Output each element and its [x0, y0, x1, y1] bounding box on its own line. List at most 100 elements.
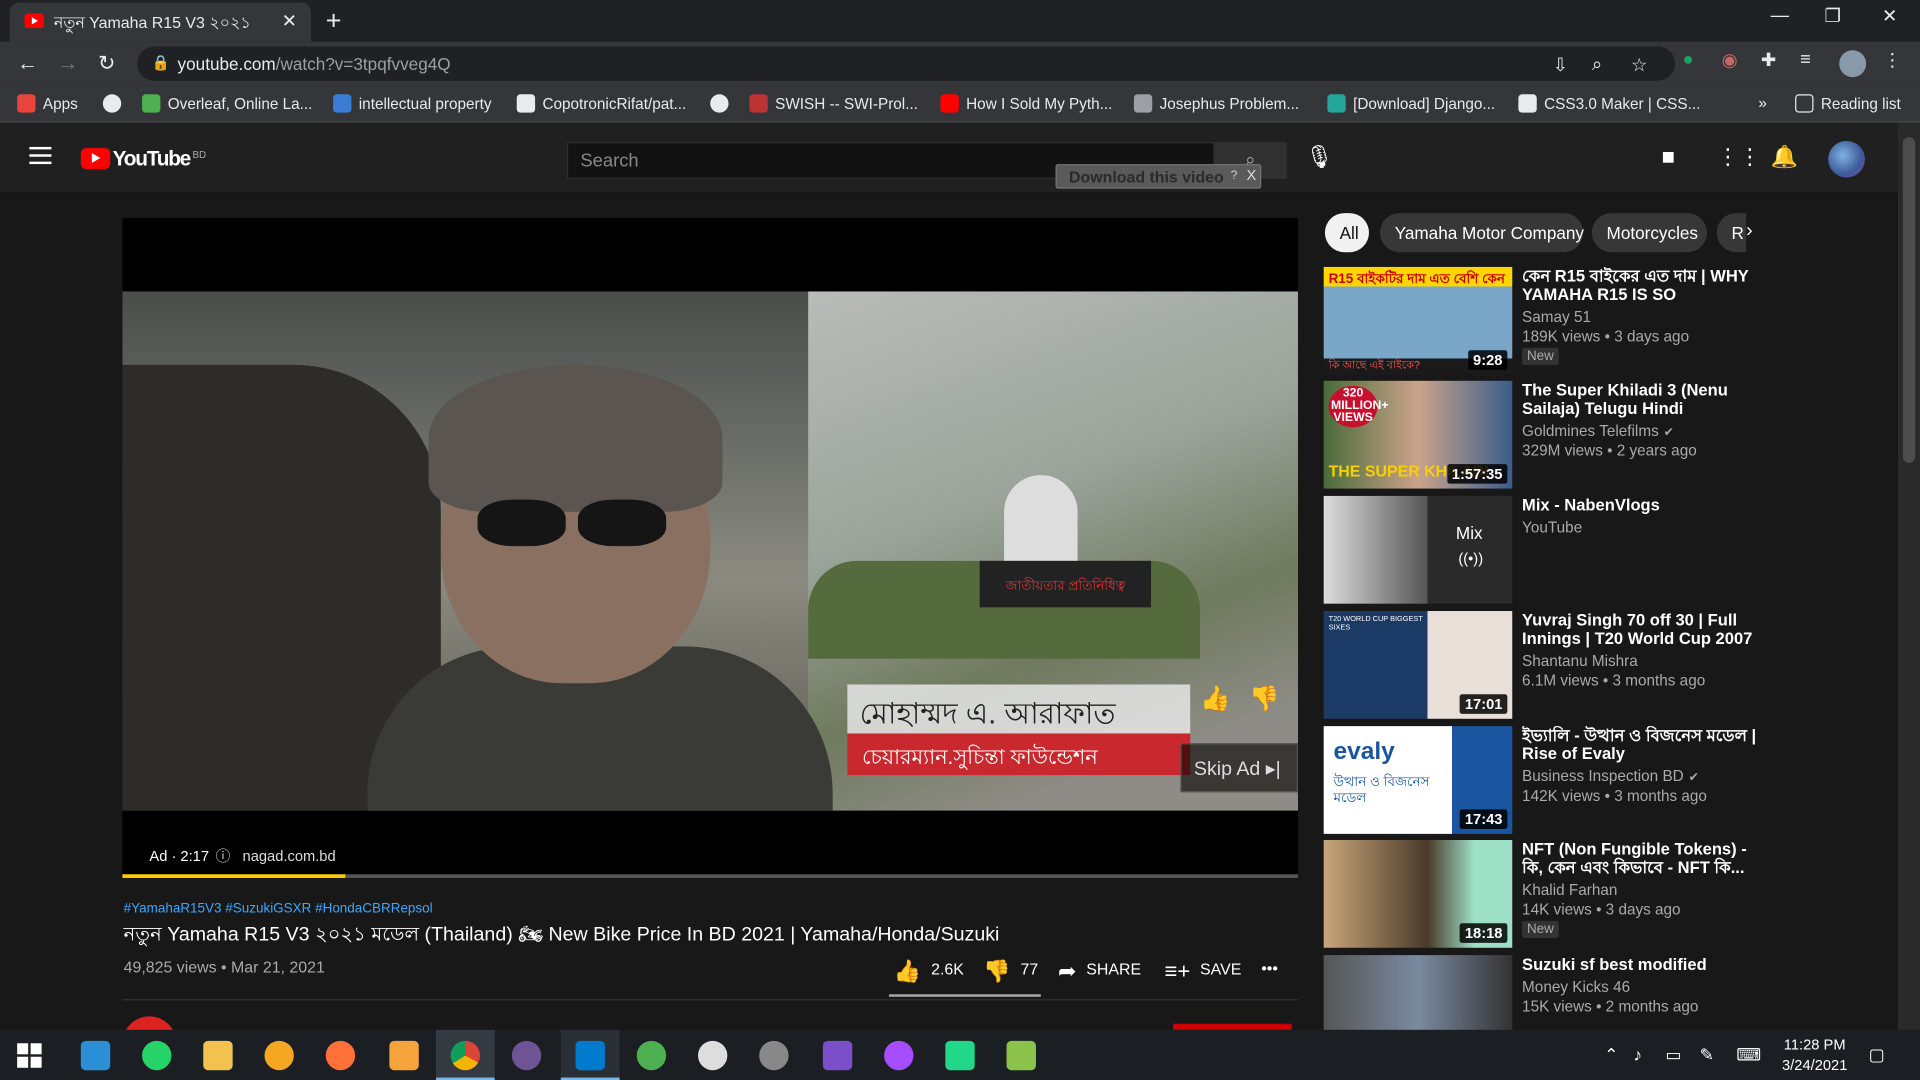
filter-chip[interactable]: Motorcycles — [1591, 213, 1707, 253]
recommended-video[interactable]: 18:18 NFT (Non Fungible Tokens) - কি, কেন… — [1323, 840, 1765, 948]
save-button[interactable]: ≡+ SAVE — [1164, 959, 1241, 985]
reload-icon[interactable]: ↻ — [98, 51, 115, 75]
channel-name[interactable]: Goldmines Telefilms ✔ — [1522, 422, 1674, 439]
create-video-icon[interactable]: ■ — [1662, 144, 1675, 170]
window-close-icon[interactable]: ✕ — [1882, 5, 1897, 27]
video-player[interactable]: জাতীয়তার প্রতিনিধিত্ব মোহাম্মদ এ. আরাফা… — [122, 217, 1298, 878]
recommended-video[interactable]: Mix ((•)) Mix - NabenVlogs YouTube — [1323, 495, 1765, 604]
taskbar-clock[interactable]: 11:28 PM 3/24/2021 — [1778, 1035, 1851, 1077]
app-icon[interactable] — [1006, 1040, 1036, 1071]
video-thumbnail[interactable]: T20 WORLD CUP BIGGEST SIXES 17:01 — [1323, 611, 1513, 719]
video-thumbnail[interactable] — [1323, 955, 1513, 1032]
bookmark-item[interactable]: SWISH -- SWI-Prol... — [749, 94, 918, 113]
firefox-icon[interactable] — [325, 1040, 356, 1071]
edge-app-icon[interactable] — [80, 1040, 111, 1071]
bookmarks-more-icon[interactable]: » — [1758, 94, 1767, 111]
bookmark-item[interactable]: CopotronicRifat/pat... — [516, 94, 686, 113]
extensions-puzzle-icon[interactable]: ✚ — [1761, 49, 1776, 71]
recommended-video[interactable]: 320 MILLION+ VIEWS THE SUPER KHILADI 1:57:… — [1323, 380, 1765, 489]
download-close-icon[interactable]: X — [1247, 167, 1257, 184]
bookmark-item[interactable]: CSS3.0 Maker | CSS... — [1518, 94, 1700, 113]
channel-name[interactable]: Khalid Farhan — [1522, 882, 1617, 899]
share-button[interactable]: ➦ SHARE — [1058, 959, 1141, 985]
channel-name[interactable]: YouTube — [1522, 519, 1582, 536]
video-thumbnail[interactable]: 320 MILLION+ VIEWS THE SUPER KHILADI 1:57:… — [1323, 380, 1513, 489]
tab-close-icon[interactable]: ✕ — [282, 10, 297, 32]
bookmark-item[interactable]: intellectual property — [333, 94, 492, 113]
page-scrollbar[interactable] — [1897, 122, 1920, 1030]
recommended-video-title[interactable]: কেন R15 বাইকের এত দাম | WHY YAMAHA R15 I… — [1522, 267, 1761, 304]
minimize-icon[interactable]: — — [1771, 5, 1789, 26]
download-video-button[interactable]: Download this video ? X — [1055, 164, 1262, 189]
app-icon[interactable] — [389, 1040, 419, 1071]
file-explorer-icon[interactable] — [203, 1040, 233, 1071]
forward-icon[interactable]: → — [58, 51, 79, 75]
notifications-bell-icon[interactable]: 🔔 — [1771, 144, 1798, 170]
overlay-thumbs-down-icon[interactable]: 👎 — [1249, 683, 1279, 714]
download-help-icon[interactable]: ? — [1231, 169, 1238, 182]
video-thumbnail[interactable]: 18:18 — [1323, 840, 1513, 948]
video-thumbnail[interactable]: Mix ((•)) — [1323, 495, 1513, 604]
like-button[interactable]: 👍 2.6K — [894, 959, 964, 985]
dislike-button[interactable]: 👎 77 — [983, 959, 1038, 985]
network-icon[interactable]: ▭ — [1665, 1044, 1681, 1065]
video-thumbnail[interactable]: evaly উত্থান ও বিজনেস মডেল 17:43 — [1323, 726, 1513, 834]
video-thumbnail[interactable]: R15 বাইকটির দাম এত বেশি কেন কি আছে এই বাই… — [1323, 266, 1513, 375]
messenger-icon[interactable] — [884, 1040, 914, 1071]
more-actions-icon[interactable]: ••• — [1261, 959, 1278, 977]
microphone-icon[interactable]: 🎙 — [1305, 144, 1333, 170]
account-avatar[interactable] — [1828, 140, 1865, 178]
tray-chevron-icon[interactable]: ⌃ — [1604, 1044, 1618, 1065]
reading-list-button[interactable]: Reading list — [1795, 94, 1901, 113]
video-hashtags[interactable]: #YamahaR15V3 #SuzukiGSXR #HondaCBRRepsol — [124, 901, 433, 916]
filter-chip[interactable]: R — [1716, 213, 1747, 253]
pen-icon[interactable]: ✎ — [1700, 1044, 1714, 1065]
bookmark-item[interactable]: Overleaf, Online La... — [142, 94, 312, 113]
channel-name[interactable]: Money Kicks 46 — [1522, 978, 1630, 995]
notifications-icon[interactable]: ▢ — [1869, 1044, 1885, 1065]
chrome-icon[interactable] — [450, 1040, 481, 1071]
new-tab-icon[interactable]: + — [326, 5, 342, 37]
app-icon[interactable] — [759, 1040, 789, 1071]
address-bar[interactable]: 🔒 youtube.com/watch?v=3tpqfvveg4Q ⇩ ⌕ ☆ — [137, 46, 1676, 81]
channel-name[interactable]: Business Inspection BD ✔ — [1522, 768, 1699, 785]
whatsapp-app-icon[interactable] — [142, 1040, 172, 1071]
app-icon[interactable] — [697, 1040, 728, 1071]
bookmark-star-icon[interactable]: ☆ — [1631, 54, 1647, 76]
keyboard-icon[interactable]: ⌨ — [1736, 1044, 1761, 1065]
ad-domain-link[interactable]: nagad.com.bd — [243, 847, 336, 864]
ad-progress-bar[interactable] — [122, 874, 1298, 878]
skip-ad-button[interactable]: Skip Ad ▸| — [1180, 743, 1298, 793]
apps-grid-icon[interactable]: ⋮⋮ — [1717, 144, 1761, 170]
hamburger-menu-icon[interactable] — [29, 146, 52, 165]
url-text[interactable]: youtube.com/watch?v=3tpqfvveg4Q — [178, 54, 451, 74]
recommended-video[interactable]: evaly উত্থান ও বিজনেস মডেল 17:43 ইভ্যালি - … — [1323, 726, 1765, 834]
bookmark-item[interactable]: How I Sold My Pyth... — [940, 94, 1112, 113]
menu-kebab-icon[interactable]: ⋮ — [1883, 49, 1901, 71]
extension-icon[interactable]: ◉ — [1722, 49, 1738, 71]
recommended-video[interactable]: R15 বাইকটির দাম এত বেশি কেন কি আছে এই বাই… — [1323, 266, 1765, 375]
github-desktop-icon[interactable] — [511, 1040, 542, 1071]
start-windows-icon[interactable] — [17, 1043, 42, 1068]
profile-avatar[interactable] — [1839, 50, 1867, 78]
visual-studio-icon[interactable] — [822, 1040, 853, 1071]
filter-chip[interactable]: All — [1324, 213, 1369, 253]
grammarly-icon[interactable]: ● — [1682, 49, 1693, 70]
ad-info-icon[interactable]: ⓘ — [216, 847, 231, 864]
install-icon[interactable]: ⇩ — [1553, 54, 1568, 76]
app-icon[interactable] — [636, 1040, 667, 1071]
bookmark-item[interactable] — [710, 94, 736, 113]
recommended-video-title[interactable]: Mix - NabenVlogs — [1522, 496, 1761, 514]
filter-chip[interactable]: Yamaha Motor Company — [1380, 213, 1584, 253]
chips-next-icon[interactable]: › — [1746, 220, 1753, 242]
recommended-video-title[interactable]: The Super Khiladi 3 (Nenu Sailaja) Telug… — [1522, 381, 1761, 418]
overlay-thumbs-up-icon[interactable]: 👍 — [1200, 683, 1230, 714]
pycharm-icon[interactable] — [945, 1040, 975, 1071]
restore-icon[interactable]: ❐ — [1825, 5, 1841, 27]
bookmark-item[interactable]: [Download] Django... — [1327, 94, 1495, 113]
browser-tab[interactable]: নতুন Yamaha R15 V3 ২০২১ ম ✕ — [9, 2, 312, 42]
recommended-video-title[interactable]: Suzuki sf best modified — [1522, 955, 1761, 973]
youtube-logo[interactable]: YouTube BD — [80, 147, 206, 171]
bookmark-item[interactable] — [102, 94, 129, 113]
channel-name[interactable]: Shantanu Mishra — [1522, 653, 1638, 670]
